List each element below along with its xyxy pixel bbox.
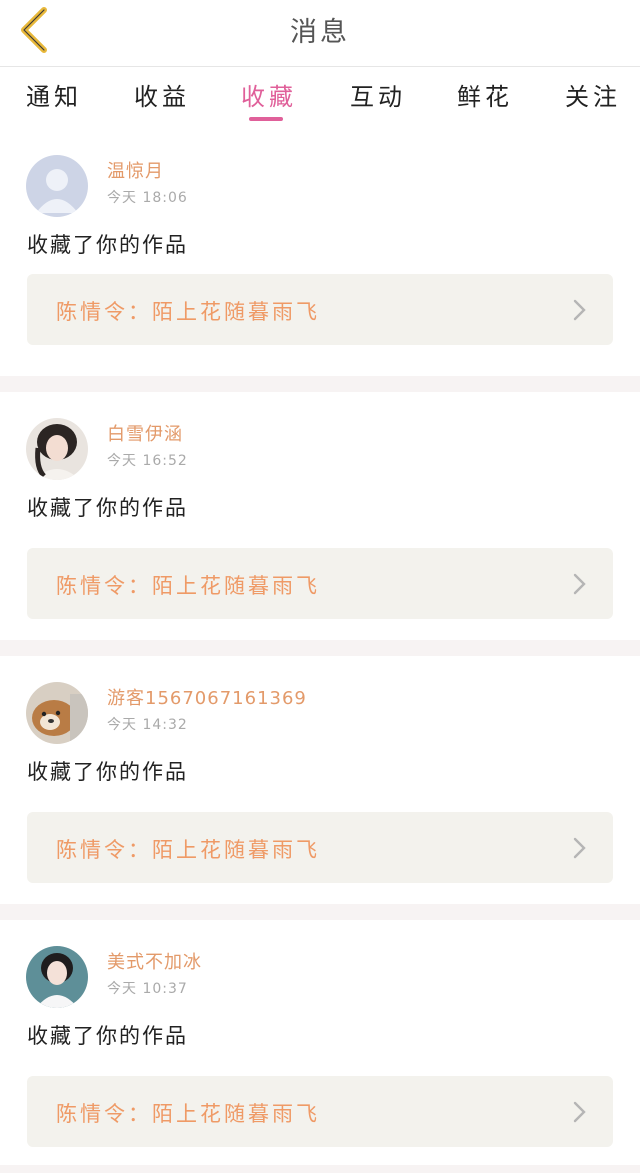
timestamp: 今天 18:06 (107, 190, 188, 206)
user-photo (26, 946, 88, 1008)
work-card[interactable]: 陈情令：陌上花随暮雨飞 (27, 548, 613, 619)
tab-following[interactable]: 关注 (565, 77, 621, 112)
dog-photo (26, 682, 88, 744)
avatar[interactable] (26, 946, 88, 1008)
work-card[interactable]: 陈情令：陌上花随暮雨飞 (27, 1076, 613, 1147)
list-item: 白雪伊涵 今天 16:52 收藏了你的作品 陈情令：陌上花随暮雨飞 (0, 400, 640, 648)
tab-earnings[interactable]: 收益 (134, 77, 190, 112)
chevron-right-icon (573, 573, 586, 595)
divider (0, 376, 640, 392)
work-card[interactable]: 陈情令：陌上花随暮雨飞 (27, 274, 613, 345)
timestamp: 今天 14:32 (107, 717, 188, 733)
user-name[interactable]: 白雪伊涵 (107, 420, 183, 446)
divider (0, 1165, 640, 1173)
user-photo (26, 418, 88, 480)
divider (0, 904, 640, 920)
chevron-right-icon (573, 1101, 586, 1123)
message-text: 收藏了你的作品 (27, 760, 188, 784)
tab-interactions[interactable]: 互动 (350, 77, 406, 112)
work-title: 陈情令：陌上花随暮雨飞 (56, 1102, 320, 1126)
tab-favorites[interactable]: 收藏 (241, 77, 297, 112)
work-title: 陈情令：陌上花随暮雨飞 (56, 838, 320, 862)
work-title: 陈情令：陌上花随暮雨飞 (56, 574, 320, 598)
work-title: 陈情令：陌上花随暮雨飞 (56, 300, 320, 324)
work-card[interactable]: 陈情令：陌上花随暮雨飞 (27, 812, 613, 883)
header-bar: 消息 (0, 0, 640, 67)
page-title: 消息 (290, 17, 350, 48)
message-text: 收藏了你的作品 (27, 496, 188, 520)
timestamp: 今天 16:52 (107, 453, 188, 469)
tab-notifications[interactable]: 通知 (26, 77, 82, 112)
message-text: 收藏了你的作品 (27, 233, 188, 257)
avatar[interactable] (26, 155, 88, 217)
avatar[interactable] (26, 418, 88, 480)
list-item: 温惊月 今天 18:06 收藏了你的作品 陈情令：陌上花随暮雨飞 (0, 137, 640, 385)
user-name[interactable]: 温惊月 (107, 157, 164, 183)
divider (0, 640, 640, 656)
user-name[interactable]: 美式不加冰 (107, 948, 202, 974)
timestamp: 今天 10:37 (107, 981, 188, 997)
message-text: 收藏了你的作品 (27, 1024, 188, 1048)
list-item: 美式不加冰 今天 10:37 收藏了你的作品 陈情令：陌上花随暮雨飞 (0, 928, 640, 1176)
avatar[interactable] (26, 682, 88, 744)
list-item: 游客1567067161369 今天 14:32 收藏了你的作品 陈情令：陌上花… (0, 664, 640, 912)
chevron-right-icon (573, 299, 586, 321)
tab-flowers[interactable]: 鲜花 (457, 77, 513, 112)
chevron-right-icon (573, 837, 586, 859)
tab-bar: 通知 收益 收藏 互动 鲜花 关注 (0, 67, 640, 127)
default-avatar-icon (26, 155, 88, 217)
user-name[interactable]: 游客1567067161369 (107, 684, 307, 710)
active-tab-indicator (249, 117, 283, 121)
